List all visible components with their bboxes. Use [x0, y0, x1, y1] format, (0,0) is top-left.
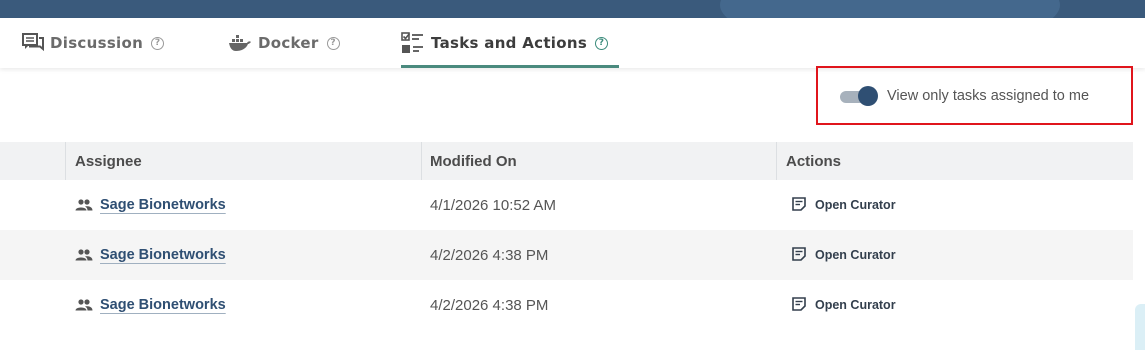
open-curator-label: Open Curator — [815, 248, 896, 262]
tab-discussion[interactable]: Discussion ? — [22, 18, 165, 68]
tab-discussion-label: Discussion — [50, 34, 144, 52]
open-curator-button[interactable]: Open Curator — [792, 296, 896, 315]
tab-docker[interactable]: Docker ? — [228, 18, 340, 68]
open-curator-label: Open Curator — [815, 198, 896, 212]
team-icon — [75, 199, 93, 211]
form-icon — [792, 296, 806, 315]
toggle-label: View only tasks assigned to me — [887, 87, 1090, 104]
help-widget-edge[interactable] — [1135, 304, 1145, 350]
tab-tasks-and-actions[interactable]: Tasks and Actions ? — [401, 18, 609, 68]
top-banner — [0, 0, 1145, 18]
open-curator-button[interactable]: Open Curator — [792, 246, 896, 265]
help-icon[interactable]: ? — [326, 36, 340, 50]
docker-icon — [228, 34, 252, 52]
table-row: Sage Bionetworks 4/1/2026 10:52 AM Open … — [0, 180, 1133, 230]
discussion-icon — [22, 33, 44, 53]
help-icon[interactable]: ? — [151, 36, 165, 50]
form-icon — [792, 246, 806, 265]
open-curator-label: Open Curator — [815, 298, 896, 312]
active-tab-indicator — [401, 65, 619, 68]
team-icon — [75, 299, 93, 311]
table-row: Sage Bionetworks 4/2/2026 4:38 PM Open C… — [0, 280, 1133, 330]
assignee-link[interactable]: Sage Bionetworks — [100, 297, 226, 313]
tab-bar: Discussion ? Docker ? Tasks and Actions … — [0, 18, 1145, 68]
assigned-filter-highlight: View only tasks assigned to me — [816, 66, 1133, 125]
team-icon — [75, 249, 93, 261]
modified-date: 4/1/2026 10:52 AM — [430, 196, 556, 214]
modified-date: 4/2/2026 4:38 PM — [430, 296, 549, 314]
toggle-knob[interactable] — [858, 85, 878, 106]
column-header-assignee[interactable]: Assignee — [66, 142, 142, 180]
tasks-icon — [401, 32, 425, 54]
table-row: Sage Bionetworks 4/2/2026 4:38 PM Open C… — [0, 230, 1133, 280]
help-icon[interactable]: ? — [595, 36, 609, 50]
assignee-link[interactable]: Sage Bionetworks — [100, 247, 226, 263]
column-header-actions: Actions — [786, 152, 842, 170]
assigned-to-me-toggle[interactable] — [840, 85, 878, 106]
tab-tasks-label: Tasks and Actions — [431, 34, 588, 52]
table-header: Assignee Modified On Actions — [0, 142, 1133, 180]
open-curator-button[interactable]: Open Curator — [792, 196, 896, 215]
modified-date: 4/2/2026 4:38 PM — [430, 246, 549, 264]
column-header-modified-on[interactable]: Modified On — [421, 142, 517, 180]
assignee-link[interactable]: Sage Bionetworks — [100, 197, 226, 213]
tab-docker-label: Docker — [258, 34, 319, 52]
form-icon — [792, 196, 806, 215]
tasks-table: Assignee Modified On Actions Sage Bionet… — [0, 142, 1133, 330]
